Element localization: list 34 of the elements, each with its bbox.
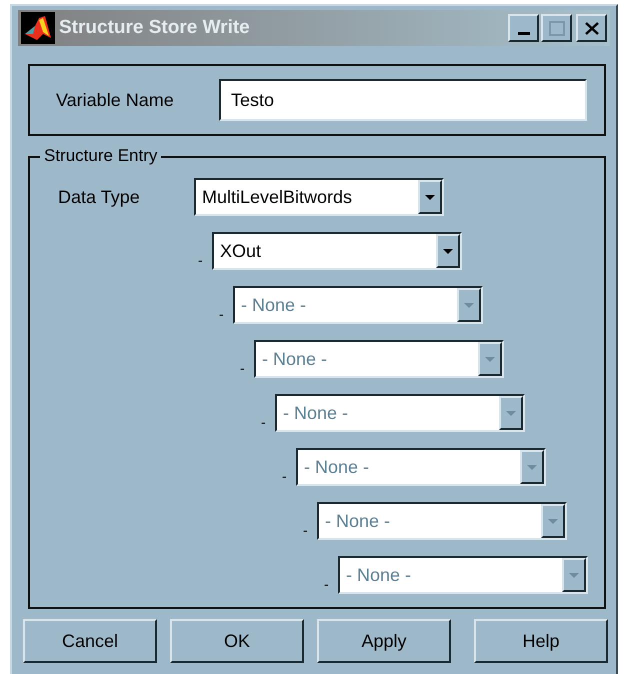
maximize-icon [548, 20, 564, 36]
caret-icon [425, 194, 435, 200]
caret-icon [464, 302, 474, 308]
caret-icon [506, 410, 516, 416]
minimize-icon [518, 32, 530, 35]
level-marker: - [240, 359, 246, 378]
dropdown[interactable]: XOut [212, 232, 462, 270]
level-marker: - [261, 413, 267, 432]
caret-icon [569, 572, 579, 578]
close-icon [584, 22, 598, 34]
dropdown[interactable]: MultiLevelBitwords [194, 178, 444, 216]
window-title: Structure Store Write [59, 16, 251, 40]
dialog-button[interactable]: OK [170, 619, 304, 663]
field-label: Variable Name [56, 88, 175, 112]
variable-name-field[interactable]: Testo [219, 79, 587, 121]
maximize-button[interactable] [541, 14, 572, 42]
minimize-button[interactable] [508, 14, 539, 42]
caret-icon [443, 248, 453, 254]
app-icon [21, 12, 55, 44]
dialog-button[interactable]: Help [474, 619, 608, 663]
dialog-button[interactable]: Cancel [23, 619, 157, 663]
dropdown-arrow-button[interactable] [436, 234, 460, 268]
caret-icon [527, 464, 537, 470]
level-marker: - [198, 251, 204, 270]
dialog-button[interactable]: Apply [317, 619, 451, 663]
field-label: Data Type [58, 186, 141, 209]
dropdown-arrow-button[interactable] [418, 180, 442, 214]
level-marker: - [219, 305, 225, 324]
caret-icon [548, 518, 558, 524]
level-marker: - [282, 467, 288, 486]
level-marker: - [324, 575, 330, 594]
level-marker: - [303, 521, 309, 540]
close-button[interactable] [576, 14, 607, 42]
caret-icon [485, 356, 495, 362]
